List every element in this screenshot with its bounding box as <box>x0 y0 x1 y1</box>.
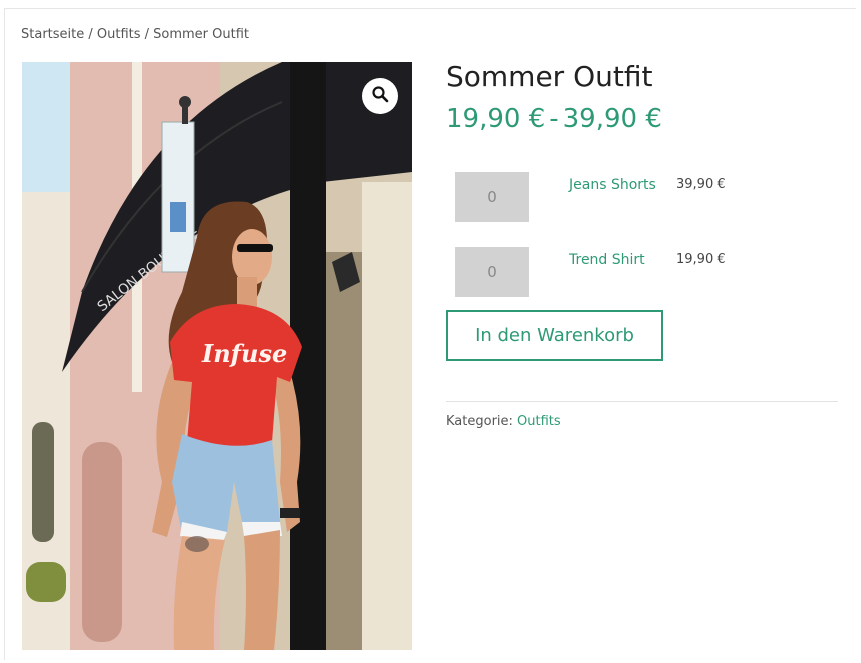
item-name-jeans-shorts[interactable]: Jeans Shorts <box>569 177 656 193</box>
quantity-input-jeans-shorts[interactable] <box>455 172 529 222</box>
price-range: 19,90 € -39,90 € <box>446 104 662 134</box>
product-image[interactable]: SALON BOUTIQUE Infuse <box>22 62 412 650</box>
divider <box>446 401 838 402</box>
price-max: 39,90 € <box>562 104 662 134</box>
category-link[interactable]: Outfits <box>517 414 561 429</box>
quantity-input-trend-shirt[interactable] <box>455 247 529 297</box>
magnifier-icon <box>371 85 389 107</box>
price-separator: - <box>549 104 559 134</box>
item-name-trend-shirt[interactable]: Trend Shirt <box>569 252 645 268</box>
category-label: Kategorie: <box>446 414 513 429</box>
product-title: Sommer Outfit <box>446 60 653 93</box>
item-price-jeans-shorts: 39,90 € <box>676 177 726 192</box>
add-to-cart-button[interactable]: In den Warenkorb <box>446 310 663 361</box>
price-min: 19,90 € <box>446 104 546 134</box>
zoom-button[interactable] <box>362 78 398 114</box>
item-price-trend-shirt: 19,90 € <box>676 252 726 267</box>
product-category: Kategorie: Outfits <box>446 414 561 429</box>
shirt-print-text: Infuse <box>201 339 287 368</box>
breadcrumb[interactable]: Startseite / Outfits / Sommer Outfit <box>21 27 249 42</box>
